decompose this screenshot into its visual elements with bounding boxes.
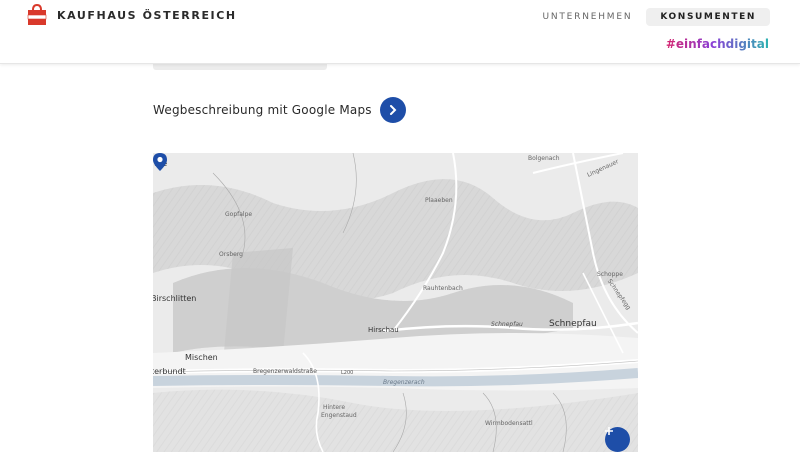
- directions-row: Wegbeschreibung mit Google Maps: [153, 97, 406, 123]
- map-label: L200: [341, 370, 354, 376]
- plus-icon: [605, 427, 613, 435]
- shopping-bag-icon: [27, 3, 47, 26]
- brand-name: KAUFHAUS ÖSTERREICH: [57, 8, 237, 22]
- map-label: Rauhtenbach: [423, 285, 463, 292]
- map-label: Hintere: [323, 404, 346, 411]
- map-label: Hirschau: [368, 326, 399, 334]
- hashtag-link[interactable]: #einfachdigital: [666, 37, 769, 51]
- directions-label[interactable]: Wegbeschreibung mit Google Maps: [153, 103, 372, 117]
- brand-logo[interactable]: KAUFHAUS ÖSTERREICH: [27, 3, 237, 26]
- map-label: Schoppe: [597, 271, 623, 278]
- nav-unternehmen[interactable]: UNTERNEHMEN: [542, 12, 632, 22]
- map-label: Orsberg: [219, 251, 243, 258]
- map-label: Schnepfau: [549, 319, 597, 329]
- map-label: terbundt: [153, 367, 186, 376]
- main-nav: UNTERNEHMEN KONSUMENTEN: [542, 8, 770, 26]
- map-label: Plaaeben: [425, 197, 453, 204]
- map-label: Schnepfau: [491, 321, 523, 328]
- map-zoom-button[interactable]: [605, 427, 630, 452]
- nav-konsumenten[interactable]: KONSUMENTEN: [646, 8, 770, 26]
- map-label: Bregenzerach: [383, 379, 425, 386]
- content-strip: [153, 64, 327, 70]
- map-label: Gopfalpe: [225, 211, 253, 218]
- site-header: KAUFHAUS ÖSTERREICH UNTERNEHMEN KONSUMEN…: [0, 0, 800, 64]
- map-label: Wirmbodensattl: [485, 420, 533, 427]
- map-label: Engenstaud: [321, 412, 357, 419]
- location-map[interactable]: the Bolgenach Lingenauer Gopfalpe Plaaeb…: [153, 153, 638, 452]
- hashtag-text: #einfachdigital: [665, 37, 769, 51]
- map-label: Mischen: [185, 353, 218, 362]
- map-label: Bolgenach: [528, 155, 560, 162]
- map-label: Birschlitten: [153, 294, 197, 303]
- map-canvas: [153, 153, 638, 452]
- chevron-right-icon: [389, 105, 397, 115]
- location-pin-icon[interactable]: [153, 153, 167, 171]
- map-label: Bregenzerwaldstraße: [253, 368, 317, 375]
- directions-button[interactable]: [379, 97, 406, 123]
